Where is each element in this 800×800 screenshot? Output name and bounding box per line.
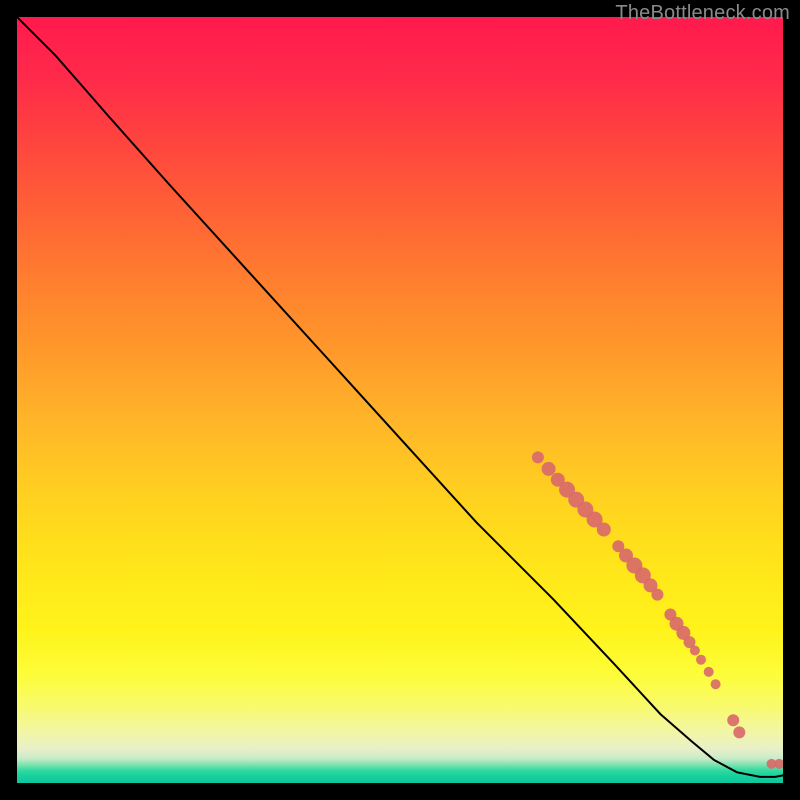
chart-overlay bbox=[17, 17, 783, 783]
marker-dot bbox=[532, 451, 544, 463]
marker-dot bbox=[704, 667, 714, 677]
marker-dot bbox=[597, 523, 611, 537]
marker-dot bbox=[651, 589, 663, 601]
marker-dot bbox=[711, 679, 721, 689]
marker-dot bbox=[774, 759, 783, 769]
attribution-text: TheBottleneck.com bbox=[615, 2, 790, 25]
chart-frame: TheBottleneck.com bbox=[0, 0, 800, 800]
highlighted-points bbox=[532, 451, 783, 769]
bottleneck-curve-path bbox=[17, 17, 783, 777]
marker-dot bbox=[542, 462, 556, 476]
marker-dot bbox=[696, 655, 706, 665]
marker-dot bbox=[690, 646, 700, 656]
marker-dot bbox=[733, 726, 745, 738]
marker-dot bbox=[727, 714, 739, 726]
bottleneck-curve bbox=[17, 17, 783, 777]
